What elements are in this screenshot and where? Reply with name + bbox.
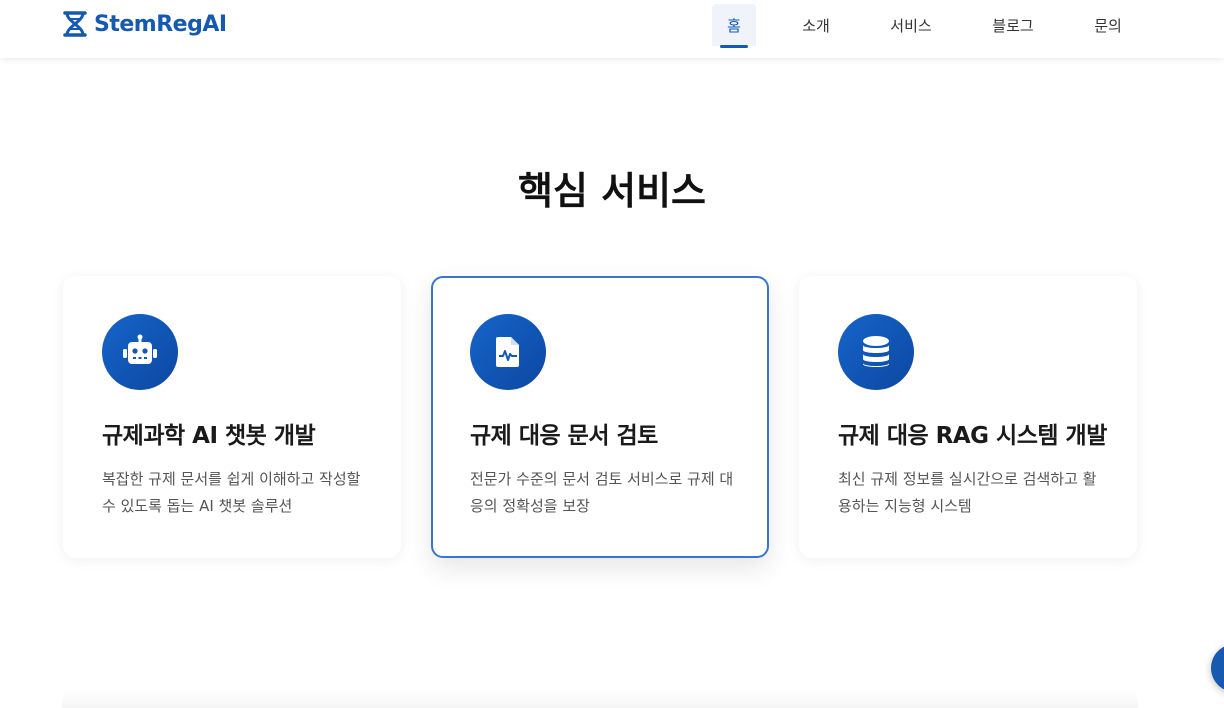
card-description: 최신 규제 정보를 실시간으로 검색하고 활용하는 지능형 시스템 [838, 470, 1097, 515]
nav-contact-label: 문의 [1094, 16, 1122, 35]
nav-about[interactable]: 소개 [794, 4, 838, 46]
card-description: 전문가 수준의 문서 검토 서비스로 규제 대응의 정확성을 보장 [470, 470, 734, 515]
card-title: 규제 대응 문서 검토 [470, 423, 658, 449]
nav-services-label: 서비스 [890, 16, 932, 35]
database-icon [863, 336, 889, 367]
card-icon-circle [102, 314, 178, 390]
section-title: 핵심 서비스 [517, 169, 707, 213]
card-description: 복잡한 규제 문서를 쉽게 이해하고 작성할 수 있도록 돕는 AI 챗봇 솔루… [102, 470, 361, 515]
service-card-doc-review[interactable]: 규제 대응 문서 검토 전문가 수준의 문서 검토 서비스로 규제 대응의 정확… [431, 276, 769, 558]
nav-blog-label: 블로그 [992, 16, 1034, 35]
floating-action-button[interactable] [1211, 644, 1224, 692]
site-header: StemRegAI 홈 소개 서비스 블로그 문의 [0, 0, 1224, 58]
nav-home-label: 홈 [727, 16, 741, 35]
nav-services[interactable]: 서비스 [884, 4, 938, 46]
card-title: 규제과학 AI 챗봇 개발 [102, 423, 316, 449]
card-icon-circle [838, 314, 914, 390]
nav-contact[interactable]: 문의 [1088, 4, 1128, 46]
nav-home[interactable]: 홈 [712, 4, 756, 48]
robot-icon [123, 334, 157, 364]
nav-blog[interactable]: 블로그 [986, 4, 1040, 46]
service-card-rag[interactable]: 규제 대응 RAG 시스템 개발 최신 규제 정보를 실시간으로 검색하고 활용… [799, 276, 1137, 558]
next-section-edge [62, 690, 1138, 708]
file-medical-icon [496, 337, 519, 367]
card-icon-circle [470, 314, 546, 390]
service-card-chatbot[interactable]: 규제과학 AI 챗봇 개발 복잡한 규제 문서를 쉽게 이해하고 작성할 수 있… [63, 276, 401, 558]
nav-about-label: 소개 [802, 16, 830, 35]
main-nav: 홈 소개 서비스 블로그 문의 [0, 0, 1224, 58]
card-title: 규제 대응 RAG 시스템 개발 [838, 423, 1107, 449]
